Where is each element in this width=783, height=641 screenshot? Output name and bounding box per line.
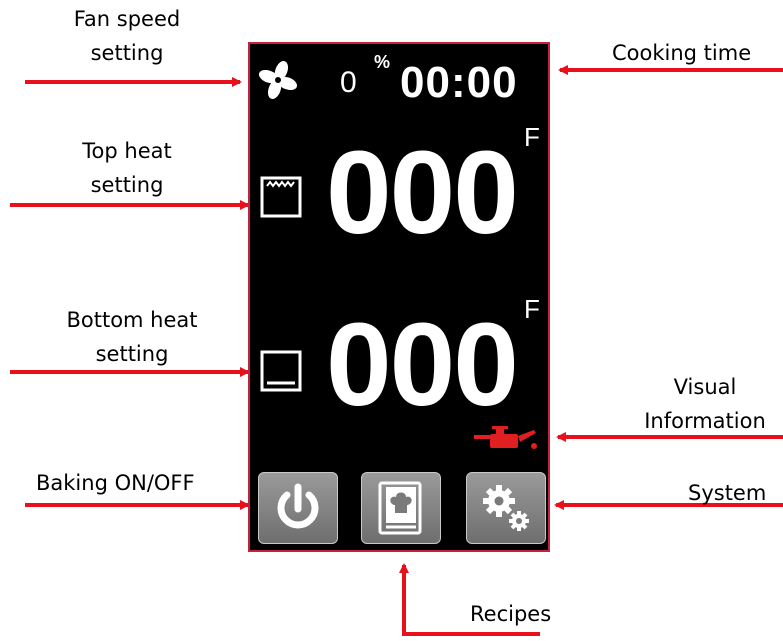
bottom-heat-icon <box>260 350 302 392</box>
baking-power-button[interactable] <box>258 472 338 544</box>
label-cooking-time: Cooking time <box>612 41 752 65</box>
oil-can-icon <box>474 426 537 449</box>
gears-icon <box>483 485 529 531</box>
label-bottom-heat: Bottom heat setting <box>66 308 198 366</box>
fan-icon[interactable] <box>258 60 298 100</box>
top-heat-temp[interactable]: 000 <box>326 134 519 252</box>
power-icon <box>277 483 319 529</box>
top-heat-icon <box>260 176 302 218</box>
bottom-heat-temp[interactable]: 000 <box>326 306 519 424</box>
fan-speed-unit: % <box>374 52 391 72</box>
top-heat-unit: F <box>524 122 540 152</box>
system-settings-button[interactable] <box>466 472 546 544</box>
label-fan-speed: Fan speed setting <box>73 7 181 65</box>
oven-control-panel: 0 % 00:00 000 F 000 F <box>248 42 550 552</box>
label-top-heat: Top heat setting <box>82 139 172 197</box>
label-system: System <box>688 481 767 505</box>
fan-speed-value[interactable]: 0 <box>340 66 357 100</box>
label-baking: Baking ON/OFF <box>36 471 195 495</box>
recipes-button[interactable] <box>361 472 441 544</box>
label-visual-info: Visual Information <box>644 375 766 433</box>
cooking-time-value[interactable]: 00:00 <box>400 58 518 108</box>
label-recipes: Recipes <box>470 602 552 626</box>
recipe-book-icon <box>378 481 422 535</box>
bottom-heat-unit: F <box>524 294 540 324</box>
